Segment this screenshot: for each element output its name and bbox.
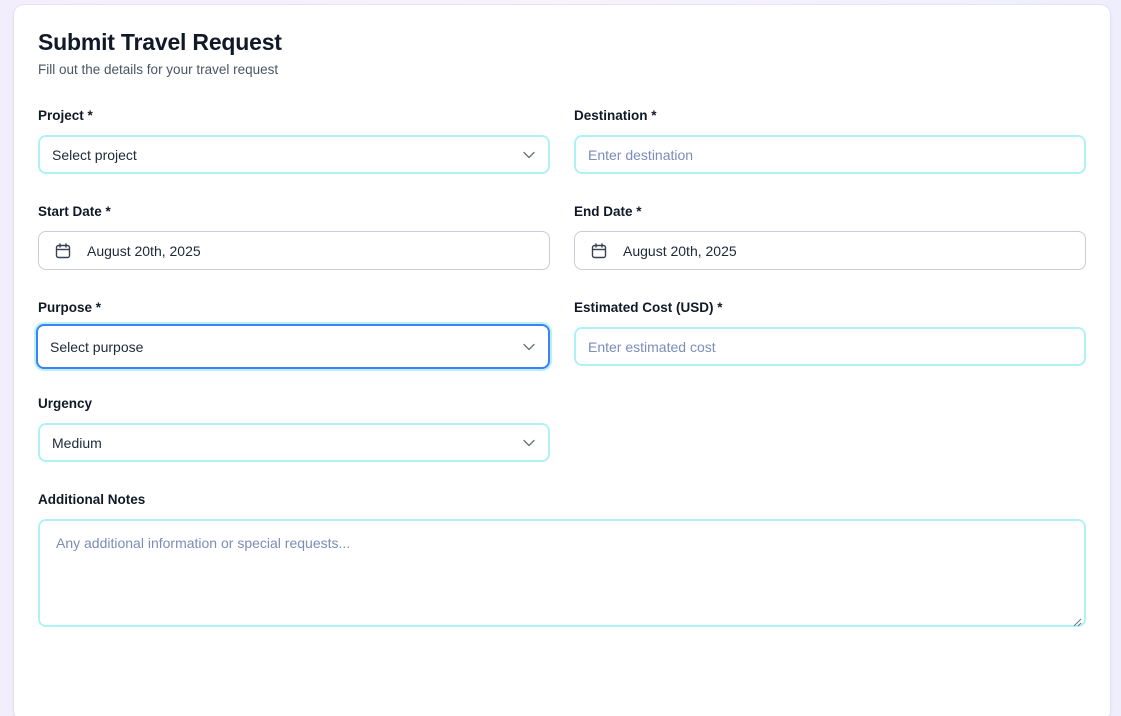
purpose-select[interactable]: Select purpose [36,324,550,369]
project-label: Project * [38,108,93,123]
estimated-cost-input[interactable]: Enter estimated cost [574,327,1086,366]
end-date-label: End Date * [574,204,642,219]
project-select-value: Select project [52,146,137,163]
end-date-picker[interactable]: August 20th, 2025 [574,231,1086,270]
page-title: Submit Travel Request [38,29,282,55]
calendar-icon [591,242,607,259]
notes-placeholder: Any additional information or special re… [56,535,351,551]
destination-label: Destination * [574,108,657,123]
estimated-cost-label: Estimated Cost (USD) * [574,300,723,315]
start-date-label: Start Date * [38,204,111,219]
urgency-select[interactable]: Medium [38,423,550,462]
purpose-label: Purpose * [38,300,102,315]
urgency-select-value: Medium [52,434,102,451]
destination-placeholder: Enter destination [588,146,694,163]
destination-input[interactable]: Enter destination [574,135,1086,174]
resize-handle-icon[interactable] [1073,614,1082,627]
end-date-value: August 20th, 2025 [623,242,737,259]
start-date-picker[interactable]: August 20th, 2025 [38,231,550,270]
chevron-down-icon [522,148,536,162]
start-date-value: August 20th, 2025 [87,242,201,259]
chevron-down-icon [522,340,536,354]
notes-label: Additional Notes [38,492,146,507]
calendar-icon [55,242,71,259]
notes-textarea[interactable]: Any additional information or special re… [38,519,1086,627]
estimated-cost-placeholder: Enter estimated cost [588,338,716,355]
urgency-label: Urgency [38,396,93,411]
chevron-down-icon [522,436,536,450]
page-subtitle: Fill out the details for your travel req… [38,62,279,77]
travel-request-card: Submit Travel Request Fill out the detai… [14,5,1110,716]
purpose-select-value: Select purpose [50,338,144,355]
project-select[interactable]: Select project [38,135,550,174]
